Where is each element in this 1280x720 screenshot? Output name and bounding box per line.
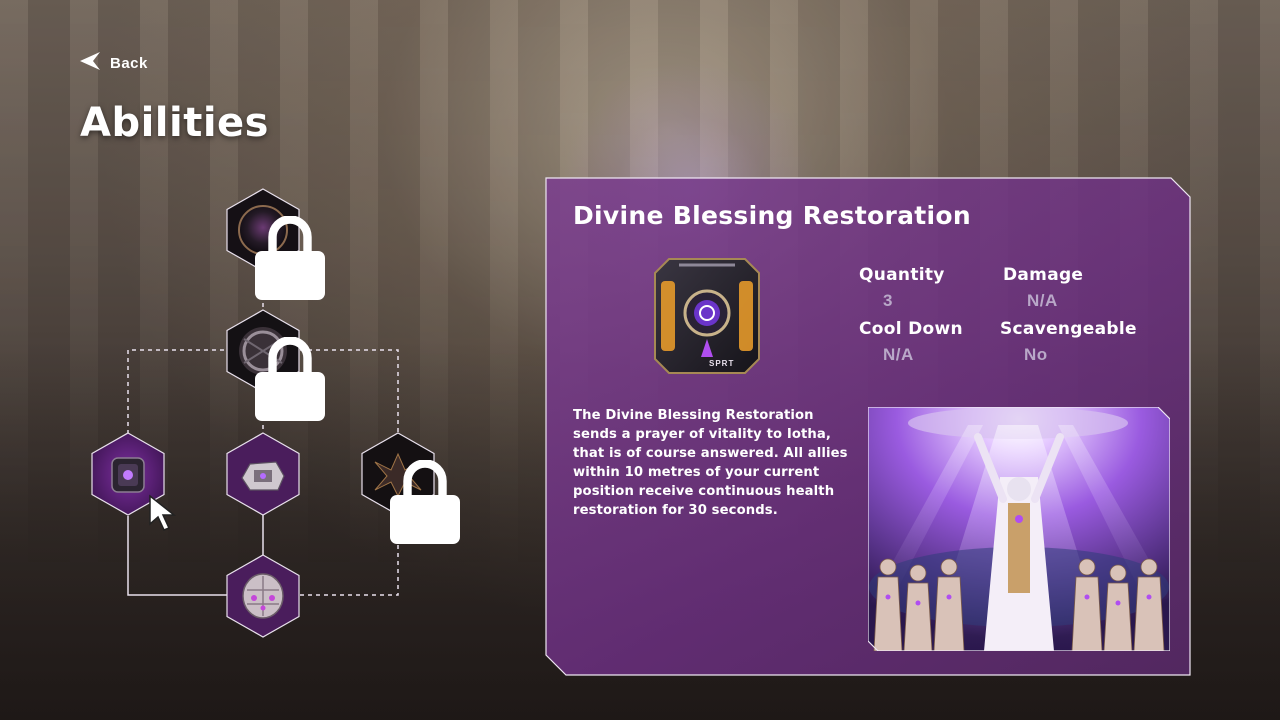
ability-details-panel: Divine Blessing Restoration SPRT Quantit… xyxy=(545,177,1191,676)
stat-damage-label: Damage xyxy=(1003,265,1084,285)
stat-damage-value: N/A xyxy=(1027,291,1058,310)
mouse-cursor-icon xyxy=(148,494,182,536)
stat-quantity-label: Quantity xyxy=(859,265,945,285)
stat-scavengeable-value: No xyxy=(1024,345,1048,364)
connector-upper-left xyxy=(127,349,226,434)
stat-scavengeable: Scavengeable No xyxy=(1000,319,1137,365)
ability-node-bottom[interactable] xyxy=(226,554,300,638)
stat-cooldown-value: N/A xyxy=(883,345,914,364)
ability-node-upper[interactable] xyxy=(226,309,325,421)
stat-cooldown: Cool Down N/A xyxy=(859,319,963,365)
lock-icon xyxy=(388,460,462,544)
ability-node-right[interactable] xyxy=(361,432,460,544)
stat-quantity-value: 3 xyxy=(883,291,893,310)
ability-title: Divine Blessing Restoration xyxy=(573,201,971,230)
ability-stats: Quantity 3 Damage N/A Cool Down N/A Scav… xyxy=(859,265,1179,375)
stat-scavengeable-label: Scavengeable xyxy=(1000,319,1137,339)
ability-node-top[interactable] xyxy=(226,188,325,300)
item-badge: SPRT xyxy=(709,359,735,368)
stat-cooldown-label: Cool Down xyxy=(859,319,963,339)
ability-artwork xyxy=(867,406,1171,652)
lock-icon xyxy=(253,337,327,421)
stat-damage: Damage N/A xyxy=(1003,265,1083,311)
ability-node-middle[interactable] xyxy=(226,432,300,516)
lock-icon xyxy=(253,216,327,300)
connector-right-bottom xyxy=(300,516,399,596)
ability-tree xyxy=(0,0,560,720)
ability-description: The Divine Blessing Restoration sends a … xyxy=(573,408,848,518)
ability-item-image: SPRT xyxy=(649,251,765,381)
stat-quantity: Quantity 3 xyxy=(859,265,945,311)
